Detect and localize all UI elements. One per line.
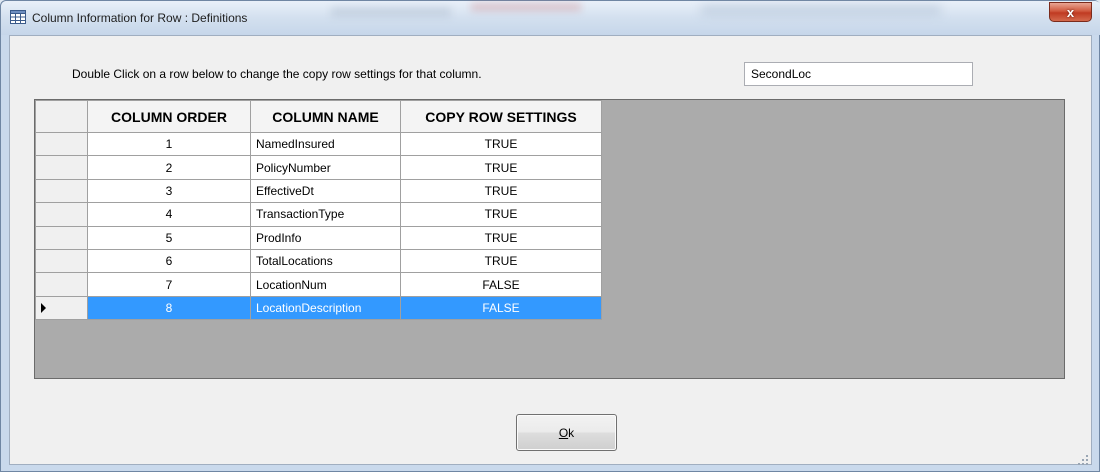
row-header[interactable]	[35, 225, 88, 250]
cell-column-order[interactable]: 4	[87, 202, 251, 227]
cell-copy-setting[interactable]: TRUE	[400, 202, 602, 227]
row-header[interactable]	[35, 272, 88, 297]
column-header-name[interactable]: COLUMN NAME	[250, 100, 401, 133]
row-name-field[interactable]: SecondLoc	[744, 62, 973, 86]
cell-column-name[interactable]: NamedInsured	[250, 131, 401, 157]
row-header[interactable]	[35, 155, 88, 180]
cell-column-order[interactable]: 6	[87, 248, 251, 274]
cell-column-order[interactable]: 7	[87, 272, 251, 297]
cell-copy-setting[interactable]: TRUE	[400, 178, 602, 204]
grid-header-row: COLUMN ORDER COLUMN NAME COPY ROW SETTIN…	[35, 100, 602, 133]
table-row[interactable]: 5 ProdInfo TRUE	[35, 225, 602, 250]
cell-copy-setting[interactable]: TRUE	[400, 155, 602, 180]
cell-copy-setting[interactable]: TRUE	[400, 225, 602, 250]
cell-column-name[interactable]: LocationDescription	[250, 295, 401, 321]
table-row[interactable]: 6 TotalLocations TRUE	[35, 248, 602, 274]
row-header[interactable]	[35, 295, 88, 321]
window-title: Column Information for Row : Definitions	[32, 11, 248, 25]
resize-grip-icon[interactable]	[1077, 453, 1089, 465]
row-header[interactable]	[35, 178, 88, 204]
table-row[interactable]: 4 TransactionType TRUE	[35, 202, 602, 227]
cell-column-name[interactable]: EffectiveDt	[250, 178, 401, 204]
row-pointer-icon	[41, 302, 46, 313]
column-grid[interactable]: COLUMN ORDER COLUMN NAME COPY ROW SETTIN…	[34, 99, 1065, 379]
cell-column-order[interactable]: 2	[87, 155, 251, 180]
ok-button[interactable]: Ok	[516, 414, 617, 451]
row-header[interactable]	[35, 202, 88, 227]
cell-column-name[interactable]: TotalLocations	[250, 248, 401, 274]
row-header[interactable]	[35, 131, 88, 157]
cell-copy-setting[interactable]: FALSE	[400, 272, 602, 297]
grid-corner-cell[interactable]	[35, 100, 88, 133]
row-header[interactable]	[35, 248, 88, 274]
column-header-order[interactable]: COLUMN ORDER	[87, 100, 251, 133]
cell-column-order[interactable]: 1	[87, 131, 251, 157]
column-grid-table: COLUMN ORDER COLUMN NAME COPY ROW SETTIN…	[35, 100, 602, 321]
table-row[interactable]: 7 LocationNum FALSE	[35, 272, 602, 297]
cell-column-name[interactable]: ProdInfo	[250, 225, 401, 250]
table-row-selected[interactable]: 8 LocationDescription FALSE	[35, 295, 602, 321]
close-icon: x	[1066, 4, 1075, 20]
cell-column-order[interactable]: 8	[87, 295, 251, 321]
cell-copy-setting[interactable]: TRUE	[400, 248, 602, 274]
dialog-window: Column Information for Row : Definitions…	[0, 0, 1100, 472]
instruction-text: Double Click on a row below to change th…	[72, 67, 482, 81]
table-row[interactable]: 1 NamedInsured TRUE	[35, 131, 602, 157]
title-bar[interactable]: Column Information for Row : Definitions…	[1, 1, 1100, 35]
cell-column-order[interactable]: 3	[87, 178, 251, 204]
cell-column-order[interactable]: 5	[87, 225, 251, 250]
table-row[interactable]: 3 EffectiveDt TRUE	[35, 178, 602, 204]
cell-copy-setting[interactable]: FALSE	[400, 295, 602, 321]
ok-button-mnemonic: O	[558, 425, 569, 440]
cell-column-name[interactable]: LocationNum	[250, 272, 401, 297]
close-button[interactable]: x	[1049, 2, 1092, 22]
cell-copy-setting[interactable]: TRUE	[400, 131, 602, 157]
column-header-copy[interactable]: COPY ROW SETTINGS	[400, 100, 602, 133]
table-icon	[10, 10, 26, 24]
ok-button-label: k	[568, 425, 575, 440]
cell-column-name[interactable]: PolicyNumber	[250, 155, 401, 180]
table-row[interactable]: 2 PolicyNumber TRUE	[35, 155, 602, 180]
cell-column-name[interactable]: TransactionType	[250, 202, 401, 227]
